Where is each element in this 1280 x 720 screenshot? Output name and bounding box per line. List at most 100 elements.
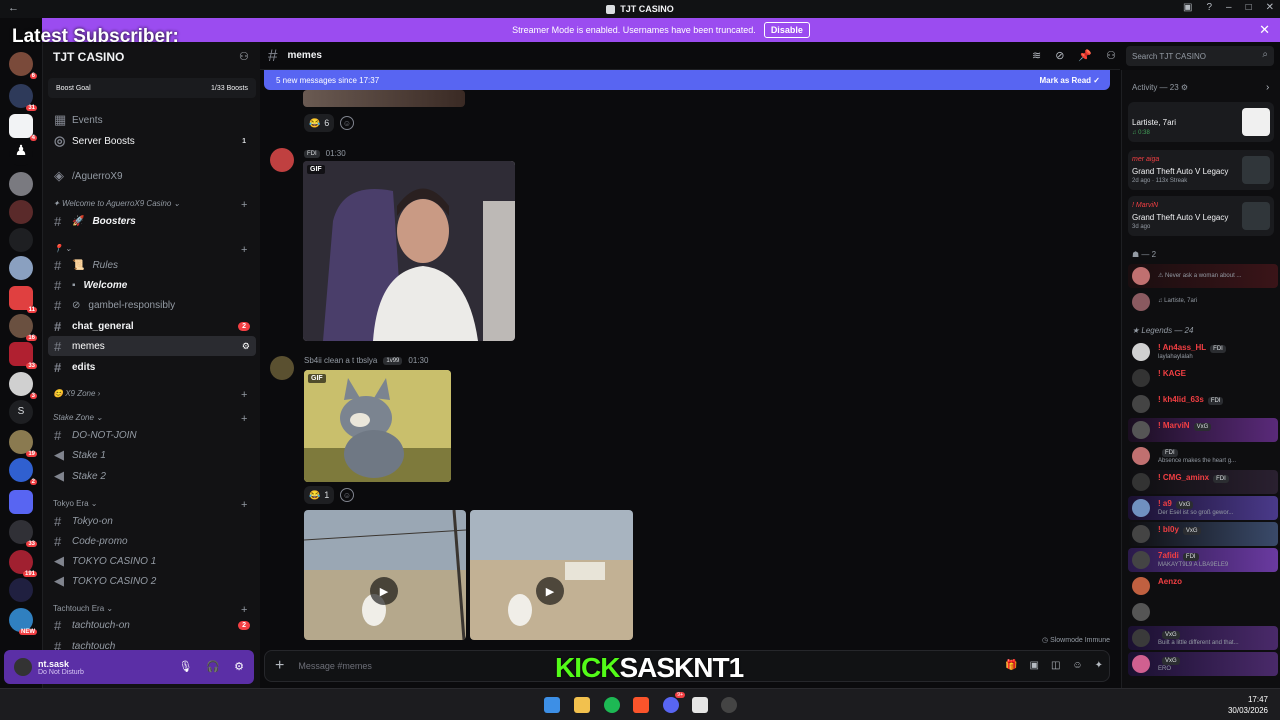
server-icon[interactable]: 2 — [9, 458, 37, 485]
search-input[interactable]: Search TJT CASINO ⌕ — [1126, 46, 1274, 66]
member-item[interactable]: ! MarviN VxG — [1128, 418, 1278, 442]
member-item[interactable]: ! An4ass_HL FDI laylahaylalah — [1128, 340, 1278, 364]
add-member-icon[interactable]: ⚇ — [239, 50, 249, 63]
add-channel-icon[interactable]: + — [241, 199, 247, 211]
category-stake[interactable]: Stake Zone ⌄ + — [53, 413, 247, 425]
apps-icon[interactable]: ✦ — [1095, 660, 1103, 671]
activity-card[interactable]: ! MarviN Grand Theft Auto V Legacy 3d ag… — [1128, 196, 1274, 236]
server-icon[interactable]: 3 — [9, 372, 37, 399]
server-icon[interactable]: 33 — [9, 520, 37, 547]
activity-card[interactable]: mer aiga Grand Theft Auto V Legacy 2d ag… — [1128, 150, 1274, 190]
guild-tag[interactable]: FDI — [1162, 449, 1178, 457]
spotify-icon[interactable] — [604, 697, 620, 713]
gif-attachment[interactable]: GIF — [303, 161, 515, 341]
activity-card[interactable]: Lartiste, 7ari ♫ 0:38 — [1128, 102, 1274, 142]
server-boosts-link[interactable]: ◎ Server Boosts 1 — [48, 131, 256, 151]
reaction-laugh[interactable]: 😂 1 — [304, 486, 335, 504]
add-channel-icon[interactable]: + — [241, 499, 247, 511]
add-channel-icon[interactable]: + — [241, 413, 247, 425]
mute-bell-icon[interactable]: ⊘ — [1055, 49, 1064, 62]
add-reaction-icon[interactable]: ☺ — [340, 488, 354, 502]
server-icon[interactable]: ♟ — [9, 142, 33, 166]
add-channel-icon[interactable]: + — [241, 389, 247, 401]
server-icon[interactable]: 16 — [9, 314, 37, 341]
chevron-right-icon[interactable]: › — [1266, 82, 1269, 93]
server-icon[interactable]: 11 — [9, 286, 37, 313]
video-attachment[interactable]: ▶ — [304, 510, 466, 640]
emoji-icon[interactable]: ☺ — [1072, 660, 1082, 671]
back-arrow-icon[interactable]: ← — [8, 2, 19, 14]
close-window-icon[interactable]: ✕ — [1266, 2, 1274, 13]
file-explorer-icon[interactable] — [574, 697, 590, 713]
voice-tokyo-casino-1[interactable]: ◀ TOKYO CASINO 1 — [48, 551, 256, 571]
server-name[interactable]: TJT CASINO — [53, 50, 124, 64]
headphones-icon[interactable]: 🎧 — [206, 660, 220, 673]
member-item[interactable]: ! a9 VxG Der Esel ist so groß gewor... — [1128, 496, 1278, 520]
settings-icon[interactable]: ⚙ — [242, 341, 250, 352]
guild-tag[interactable]: VxG — [1162, 657, 1180, 665]
guild-tag[interactable]: VxG — [1193, 423, 1212, 431]
app-icon[interactable] — [721, 697, 737, 713]
server-icon[interactable]: S — [9, 400, 33, 424]
server-icon[interactable]: 19 — [9, 430, 37, 457]
minimize-icon[interactable]: – — [1226, 2, 1232, 13]
server-icon[interactable]: 4 — [9, 114, 37, 141]
avatar[interactable] — [270, 356, 294, 380]
server-icon[interactable] — [9, 256, 33, 280]
member-item[interactable]: ! kh4lid_63s FDI — [1128, 392, 1278, 416]
guild-tag[interactable]: VxG — [1162, 631, 1180, 639]
mark-as-read-button[interactable]: Mark as Read ✓ — [1039, 76, 1100, 85]
avatar[interactable] — [14, 658, 32, 676]
pin-icon[interactable]: 📌 — [1078, 49, 1092, 62]
maximize-icon[interactable]: □ — [1246, 2, 1252, 13]
channel-welcome[interactable]: # ▪ Welcome — [48, 275, 256, 295]
close-banner-icon[interactable]: ✕ — [1259, 22, 1270, 38]
guild-tag[interactable]: VxG — [1182, 527, 1201, 535]
member-list-icon[interactable]: ⚇ — [1106, 49, 1116, 62]
server-icon[interactable]: 191 — [9, 550, 37, 577]
guild-tag[interactable]: FDI — [1207, 397, 1224, 405]
server-icon[interactable] — [9, 172, 33, 196]
server-folder-icon[interactable] — [9, 490, 33, 514]
member-item[interactable]: ! KAGE — [1128, 366, 1278, 390]
server-icon[interactable]: 33 — [9, 342, 37, 369]
server-icon[interactable] — [9, 228, 33, 252]
play-icon[interactable]: ▶ — [536, 577, 564, 605]
voice-tokyo-casino-2[interactable]: ◀ TOKYO CASINO 2 — [48, 571, 256, 591]
member-item[interactable]: 7afidi FDI MAKAYT9L9 A LBA9ELE9 — [1128, 548, 1278, 572]
category-welcome[interactable]: ✦ Welcome to AguerroX9 Casino ⌄ + — [53, 199, 247, 211]
attach-plus-icon[interactable]: + — [275, 657, 284, 675]
gif-picker-icon[interactable]: ▣ — [1029, 660, 1038, 671]
avatar[interactable] — [270, 148, 294, 172]
channel-gambel[interactable]: # ⊘ gambel-responsibly — [48, 295, 256, 315]
category-pin[interactable]: 📍 ⌄ + — [53, 244, 247, 256]
gift-icon[interactable]: 🎁 — [1005, 660, 1017, 671]
activity-header[interactable]: Activity — 23 ⚙ — [1132, 83, 1188, 92]
voice-stake2[interactable]: ◀ Stake 2 — [48, 466, 256, 486]
play-icon[interactable]: ▶ — [370, 577, 398, 605]
microphone-icon[interactable]: 🎙 — [178, 660, 192, 673]
server-icon[interactable] — [9, 578, 33, 602]
events-link[interactable]: ▦ Events — [48, 110, 256, 130]
brave-browser-icon[interactable] — [633, 697, 649, 713]
member-item[interactable]: Aenzo — [1128, 574, 1278, 598]
member-item[interactable]: VxG Built a little different and that... — [1128, 626, 1278, 650]
server-icon[interactable] — [9, 200, 33, 224]
member-item[interactable]: ⚠ Never ask a woman about ... — [1128, 264, 1278, 288]
previous-image-attachment[interactable] — [303, 90, 465, 107]
channel-memes[interactable]: # memes ⚙ — [48, 336, 256, 356]
server-icon[interactable]: NEW — [9, 608, 37, 635]
disable-button[interactable]: Disable — [763, 22, 810, 38]
boost-goal[interactable]: Boost Goal 1/33 Boosts — [48, 78, 256, 98]
server-icon[interactable]: 6 — [9, 52, 37, 79]
category-x9[interactable]: 😊 X9 Zone › + — [53, 389, 247, 401]
guild-tag[interactable]: FDI — [1182, 553, 1199, 561]
inbox-icon[interactable]: ▣ — [1183, 2, 1192, 13]
channel-aguerro[interactable]: ◈/AguerroX9 — [48, 166, 256, 186]
user-settings-icon[interactable]: ⚙ — [234, 660, 244, 673]
channel-tachtouch-on[interactable]: # tachtouch-on 2 — [48, 615, 256, 635]
member-item[interactable]: VxG ERO — [1128, 652, 1278, 676]
server-icon[interactable]: 31 — [9, 84, 37, 111]
windows-start-icon[interactable] — [544, 697, 560, 713]
guild-tag[interactable]: FDI — [1210, 345, 1226, 353]
